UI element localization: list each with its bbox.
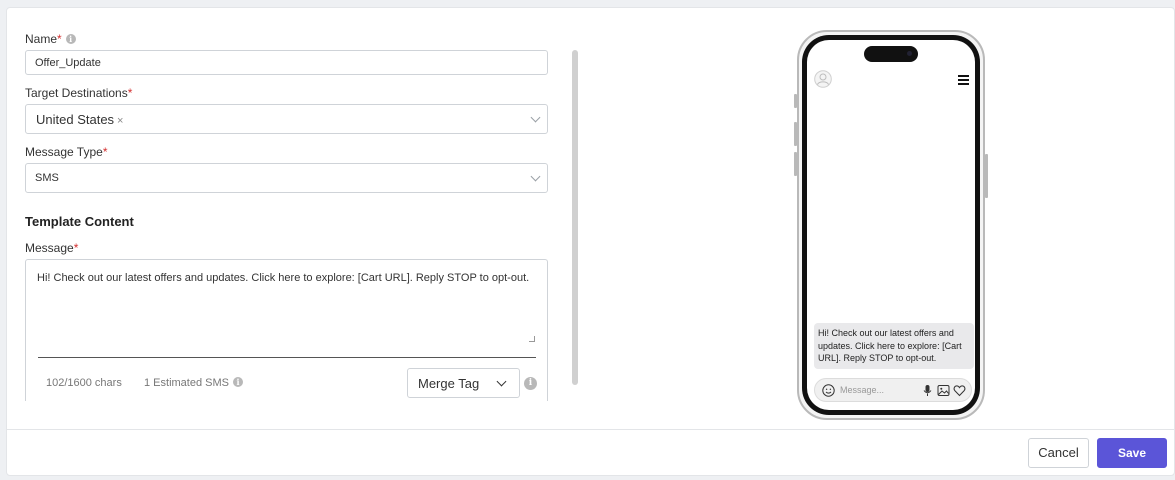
info-icon[interactable]: i <box>65 34 76 44</box>
phone-side-button <box>794 122 797 146</box>
chevron-down-icon <box>530 171 541 182</box>
dynamic-island <box>864 46 918 62</box>
message-type-value: SMS <box>35 172 59 184</box>
phone-side-button <box>794 94 797 108</box>
textarea-divider <box>38 357 536 358</box>
required-mark: * <box>102 145 108 159</box>
message-type-label: Message Type* <box>25 145 108 159</box>
emoji-icon[interactable] <box>822 384 835 397</box>
avatar-icon <box>814 70 832 88</box>
chevron-down-icon <box>496 376 507 387</box>
name-label: Name* i <box>25 32 76 46</box>
close-icon[interactable]: × <box>117 115 123 127</box>
resize-handle[interactable] <box>529 336 535 342</box>
message-text: Hi! Check out our latest offers and upda… <box>37 272 530 284</box>
footer-divider <box>7 429 1174 430</box>
info-icon[interactable]: i <box>524 377 537 390</box>
microphone-icon[interactable] <box>922 384 933 397</box>
destination-tag-label: United States <box>36 112 115 127</box>
destination-tag: United States × <box>36 112 123 127</box>
phone-screen: Hi! Check out our latest offers and upda… <box>807 40 975 410</box>
message-textarea[interactable]: Hi! Check out our latest offers and upda… <box>25 259 548 401</box>
form-scrollbar[interactable] <box>572 50 578 385</box>
composer-placeholder: Message... <box>840 385 885 395</box>
info-icon[interactable]: i <box>232 377 243 387</box>
image-icon[interactable] <box>937 384 950 397</box>
template-editor-panel: Name* i Offer_Update Target Destinations*… <box>6 7 1175 476</box>
message-type-select[interactable]: SMS <box>25 163 548 193</box>
phone-side-button <box>794 152 797 176</box>
name-input[interactable]: Offer_Update <box>25 50 548 75</box>
phone-side-button <box>985 154 988 198</box>
phone-preview: Hi! Check out our latest offers and upda… <box>794 30 988 420</box>
char-count: 102/1600 chars <box>46 377 122 389</box>
chevron-down-icon <box>530 112 541 123</box>
required-mark: * <box>127 86 133 100</box>
cancel-button[interactable]: Cancel <box>1028 438 1089 468</box>
required-mark: * <box>57 32 62 46</box>
merge-tag-dropdown[interactable]: Merge Tag <box>407 368 520 398</box>
section-title: Template Content <box>25 214 134 229</box>
heart-icon[interactable] <box>953 384 966 397</box>
camera-dot <box>907 51 912 56</box>
merge-tag-label: Merge Tag <box>418 376 480 391</box>
required-mark: * <box>73 241 79 255</box>
target-destinations-select[interactable]: United States × <box>25 104 548 134</box>
message-label: Message* <box>25 241 79 255</box>
message-composer[interactable]: Message... <box>814 378 972 402</box>
name-input-value: Offer_Update <box>35 57 101 69</box>
save-button[interactable]: Save <box>1097 438 1167 468</box>
target-destinations-label: Target Destinations* <box>25 86 133 100</box>
hamburger-menu-icon[interactable] <box>958 75 969 87</box>
phone-bezel: Hi! Check out our latest offers and upda… <box>802 35 980 415</box>
message-bubble: Hi! Check out our latest offers and upda… <box>814 323 974 369</box>
estimated-sms: 1 Estimated SMS i <box>144 377 243 389</box>
